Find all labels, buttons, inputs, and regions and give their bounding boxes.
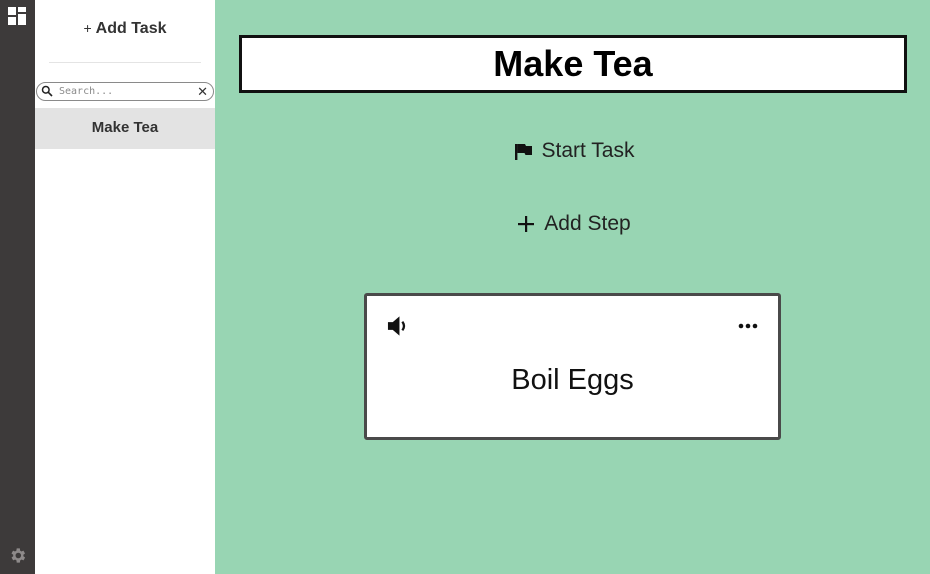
plus-icon (518, 216, 535, 232)
speaker-icon[interactable] (387, 315, 410, 337)
task-list-item-label: Make Tea (91, 119, 159, 136)
add-task-label: Add Task (95, 20, 167, 37)
start-task-button[interactable]: Start Task (146, 139, 930, 167)
step-card[interactable]: Boil Eggs (364, 293, 781, 440)
step-title: Boil Eggs (511, 364, 634, 396)
divider (49, 62, 201, 63)
gear-icon[interactable] (8, 546, 27, 565)
task-title-box[interactable]: Make Tea (239, 35, 907, 93)
search-box: ✕ (36, 82, 214, 101)
add-step-label: Add Step (544, 212, 631, 235)
plus-icon: + (83, 20, 92, 36)
flag-icon (514, 143, 532, 160)
search-icon (41, 85, 53, 97)
task-sidebar: +Add Task ✕ Make Tea (35, 0, 215, 574)
add-step-button[interactable]: Add Step (146, 212, 930, 239)
page-title: Make Tea (493, 43, 653, 84)
dashboard-icon[interactable] (8, 7, 26, 25)
clear-search-icon[interactable]: ✕ (197, 84, 208, 99)
start-task-label: Start Task (541, 139, 635, 162)
app-rail (0, 0, 35, 574)
search-input[interactable] (59, 84, 189, 99)
more-icon[interactable] (738, 323, 758, 329)
add-task-button[interactable]: + Add Task (35, 20, 215, 38)
